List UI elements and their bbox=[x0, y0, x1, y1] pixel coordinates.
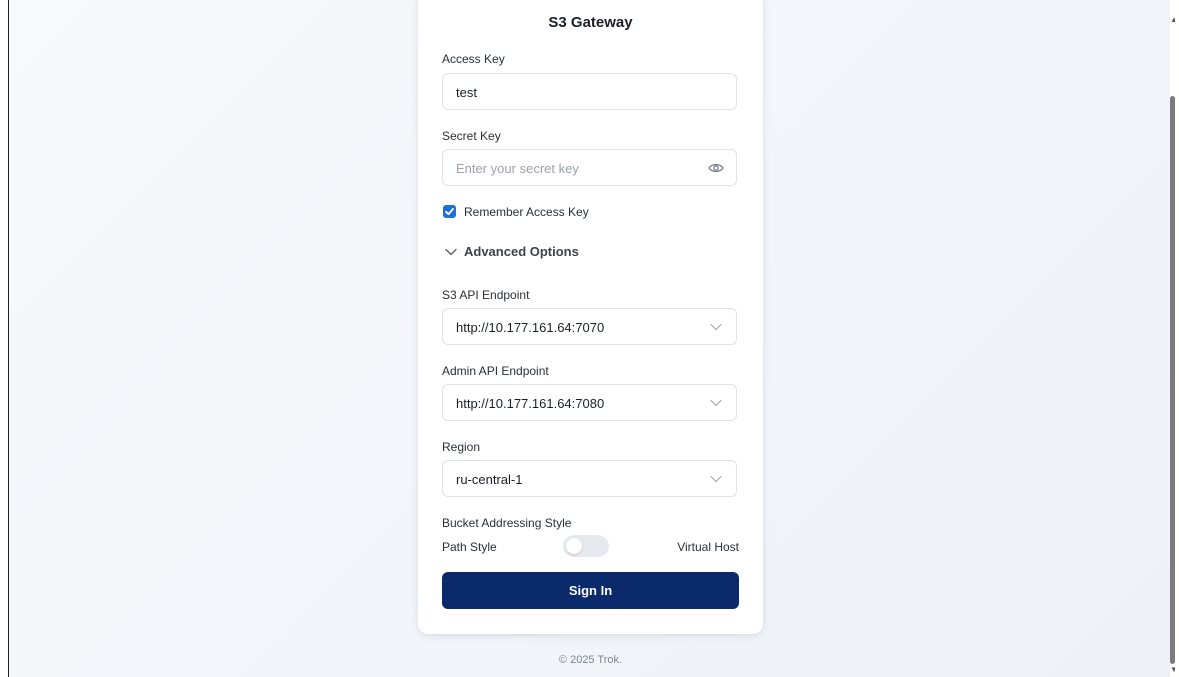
scroll-up-arrow-icon[interactable]: ▲ bbox=[1170, 16, 1175, 24]
access-key-value: test bbox=[456, 85, 477, 100]
eye-icon[interactable] bbox=[708, 161, 724, 175]
scroll-down-arrow-icon[interactable]: ▼ bbox=[1170, 666, 1175, 674]
access-key-field[interactable]: test bbox=[442, 73, 737, 110]
secret-key-label: Secret Key bbox=[442, 129, 501, 143]
s3-endpoint-label: S3 API Endpoint bbox=[442, 288, 530, 302]
toggle-knob bbox=[566, 538, 582, 554]
chevron-down-icon bbox=[445, 248, 457, 256]
chevron-down-icon bbox=[710, 399, 722, 407]
scrollbar[interactable]: ▲ ▼ bbox=[1170, 0, 1175, 677]
remember-checkbox[interactable] bbox=[443, 205, 456, 218]
page-title: S3 Gateway bbox=[548, 14, 633, 31]
admin-endpoint-select[interactable]: http://10.177.161.64:7080 bbox=[442, 384, 737, 421]
virtual-host-label: Virtual Host bbox=[677, 540, 739, 554]
advanced-options-label: Advanced Options bbox=[464, 244, 579, 259]
region-label: Region bbox=[442, 440, 481, 454]
admin-endpoint-label: Admin API Endpoint bbox=[442, 364, 549, 378]
secret-key-field[interactable]: Enter your secret key bbox=[442, 149, 737, 186]
s3-endpoint-value: http://10.177.161.64:7070 bbox=[456, 320, 605, 335]
region-select[interactable]: ru-central-1 bbox=[442, 460, 737, 497]
s3-endpoint-select[interactable]: http://10.177.161.64:7070 bbox=[442, 308, 737, 345]
region-value: ru-central-1 bbox=[456, 472, 523, 487]
admin-endpoint-value: http://10.177.161.64:7080 bbox=[456, 396, 605, 411]
checkmark-icon bbox=[445, 208, 454, 216]
remember-label: Remember Access Key bbox=[464, 205, 589, 219]
chevron-down-icon bbox=[710, 323, 722, 331]
secret-key-placeholder: Enter your secret key bbox=[456, 161, 579, 176]
scrollbar-thumb[interactable] bbox=[1170, 96, 1175, 664]
chevron-down-icon bbox=[710, 475, 722, 483]
page-viewport: S3 Gateway Access Key test Secret Key En… bbox=[8, 0, 1175, 677]
sign-in-button[interactable]: Sign In bbox=[442, 572, 739, 609]
login-card: S3 Gateway Access Key test Secret Key En… bbox=[418, 0, 763, 634]
addressing-style-toggle[interactable] bbox=[563, 535, 609, 557]
addressing-style-label: Bucket Addressing Style bbox=[442, 516, 572, 530]
path-style-label: Path Style bbox=[442, 540, 497, 554]
footer-copyright: © 2025 Trok. bbox=[558, 654, 623, 666]
access-key-label: Access Key bbox=[442, 52, 505, 66]
